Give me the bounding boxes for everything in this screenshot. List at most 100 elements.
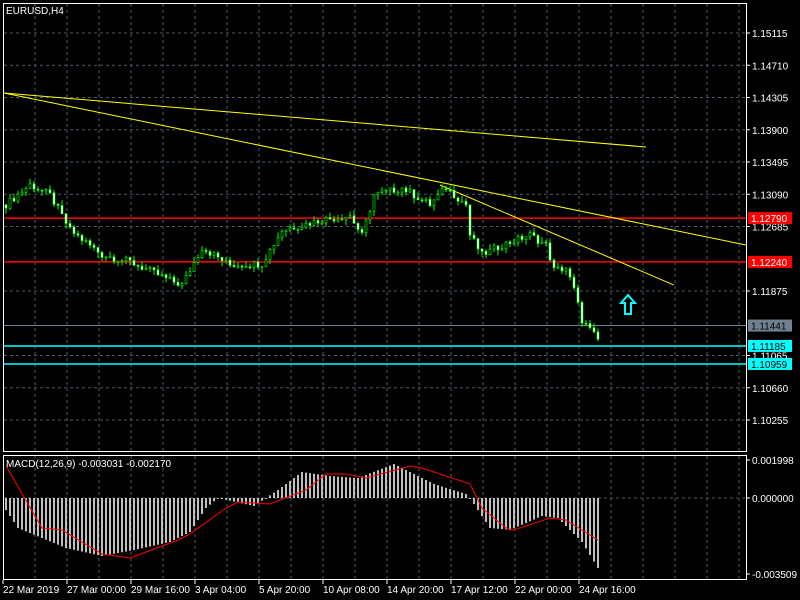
macd-histogram-bar [529, 498, 531, 522]
macd-histogram-bar [101, 498, 103, 556]
candle-body [440, 188, 444, 195]
macd-histogram-bar [537, 498, 539, 518]
candle-body [540, 241, 544, 244]
candle-body [104, 256, 108, 259]
candle-body [236, 265, 240, 268]
candle-body [112, 256, 116, 262]
candle-body [288, 227, 292, 231]
candle-body [396, 191, 400, 194]
candle-body [136, 265, 140, 267]
macd-histogram-bar [137, 498, 139, 550]
trading-chart[interactable]: EURUSD,H4 MACD(12,26,9) -0.003031 -0.002… [0, 0, 800, 600]
macd-histogram-bar [593, 498, 595, 562]
macd-histogram-bar [45, 498, 47, 540]
candle-body [180, 283, 184, 286]
macd-histogram-bar [577, 498, 579, 538]
price-tick-label: 1.13495 [752, 158, 789, 169]
macd-histogram-bar [189, 498, 191, 532]
candle-body [356, 223, 360, 230]
macd-histogram-bar [305, 472, 307, 498]
candle-body [168, 276, 172, 279]
price-tick-label: 1.11875 [752, 287, 788, 298]
macd-histogram-bar [21, 498, 23, 530]
macd-histogram-bar [341, 476, 343, 498]
candle-body [436, 194, 440, 201]
macd-histogram-bar [489, 498, 491, 528]
candle-body [36, 188, 40, 191]
candle-body [472, 234, 476, 239]
price-axis[interactable]: 1.15115 1.14710 1.14305 1.13900 1.13495 1.130… [746, 29, 797, 581]
candle-body [380, 190, 384, 193]
macd-histogram-bar [533, 498, 535, 520]
macd-histogram-bar [357, 478, 359, 498]
candle-body [368, 210, 372, 221]
macd-histogram-bar [133, 498, 135, 550]
macd-histogram-bar [433, 484, 435, 498]
level-label-resistance-2: 1.12240 [751, 258, 788, 269]
macd-histogram-bar [141, 498, 143, 549]
candle-body [448, 189, 452, 192]
time-label: 29 Mar 16:00 [131, 585, 190, 596]
macd-histogram-bar [41, 498, 43, 538]
macd-histogram-bar [81, 498, 83, 552]
time-label: 10 Apr 08:00 [323, 585, 380, 596]
time-label: 22 Mar 2019 [3, 585, 60, 596]
candle-body [192, 262, 196, 272]
candle-body [4, 204, 8, 209]
candle-body [120, 260, 124, 262]
candle-body [220, 256, 224, 262]
macd-histogram-bar [49, 498, 51, 542]
candle-body [284, 229, 288, 232]
time-axis[interactable]: 22 Mar 2019 27 Mar 00:00 29 Mar 16:00 3 Apr… [2, 580, 636, 596]
candle-body [148, 267, 152, 270]
macd-histogram-bar [209, 498, 211, 505]
candle-body [152, 267, 156, 271]
macd-histogram-bar [257, 498, 259, 504]
macd-histogram-bar [417, 476, 419, 498]
macd-histogram-bar [109, 498, 111, 555]
macd-histogram-bar [553, 498, 555, 518]
macd-histogram-bar [77, 498, 79, 551]
macd-histogram-bar [517, 498, 519, 527]
macd-pane [5, 464, 599, 568]
macd-histogram-bar [37, 498, 39, 537]
candle-body [56, 204, 60, 206]
candle-body [548, 242, 552, 261]
macd-histogram-bar [581, 498, 583, 542]
candle-body [208, 251, 212, 256]
macd-label: MACD(12,26,9) -0.003031 -0.002170 [6, 459, 172, 470]
candle-body [556, 266, 560, 269]
macd-histogram-bar [549, 498, 551, 517]
macd-histogram-bar [193, 498, 195, 526]
candle-body [340, 218, 344, 221]
candle-body [596, 331, 600, 340]
macd-histogram-bar [265, 498, 267, 499]
macd-histogram-bar [121, 498, 123, 553]
macd-histogram-bar [177, 498, 179, 538]
candle-body [468, 204, 472, 236]
macd-histogram-bar [197, 498, 199, 520]
candle-body [60, 205, 64, 215]
candle-body [224, 259, 228, 262]
macd-histogram-bar [569, 498, 571, 530]
macd-tick-label: 0.000000 [752, 494, 794, 505]
macd-histogram-bar [25, 498, 27, 532]
candle-body [480, 248, 484, 252]
macd-tick-label: -0.003509 [752, 570, 797, 581]
macd-histogram-bar [397, 466, 399, 498]
candle-body [492, 245, 496, 250]
macd-histogram-bar [69, 498, 71, 549]
macd-histogram-bar [61, 498, 63, 547]
price-tick-label: 1.14305 [752, 94, 789, 105]
macd-histogram-bar [525, 498, 527, 523]
candle-body [72, 226, 76, 234]
macd-histogram-bar [233, 498, 235, 502]
candle-body [292, 227, 296, 230]
candle-body [108, 256, 112, 259]
candle-body [16, 193, 20, 202]
macd-histogram-bar [89, 498, 91, 554]
candle-body [32, 183, 36, 190]
macd-histogram-bar [317, 474, 319, 498]
main-pane-border [3, 3, 747, 452]
candle-body [256, 261, 260, 268]
